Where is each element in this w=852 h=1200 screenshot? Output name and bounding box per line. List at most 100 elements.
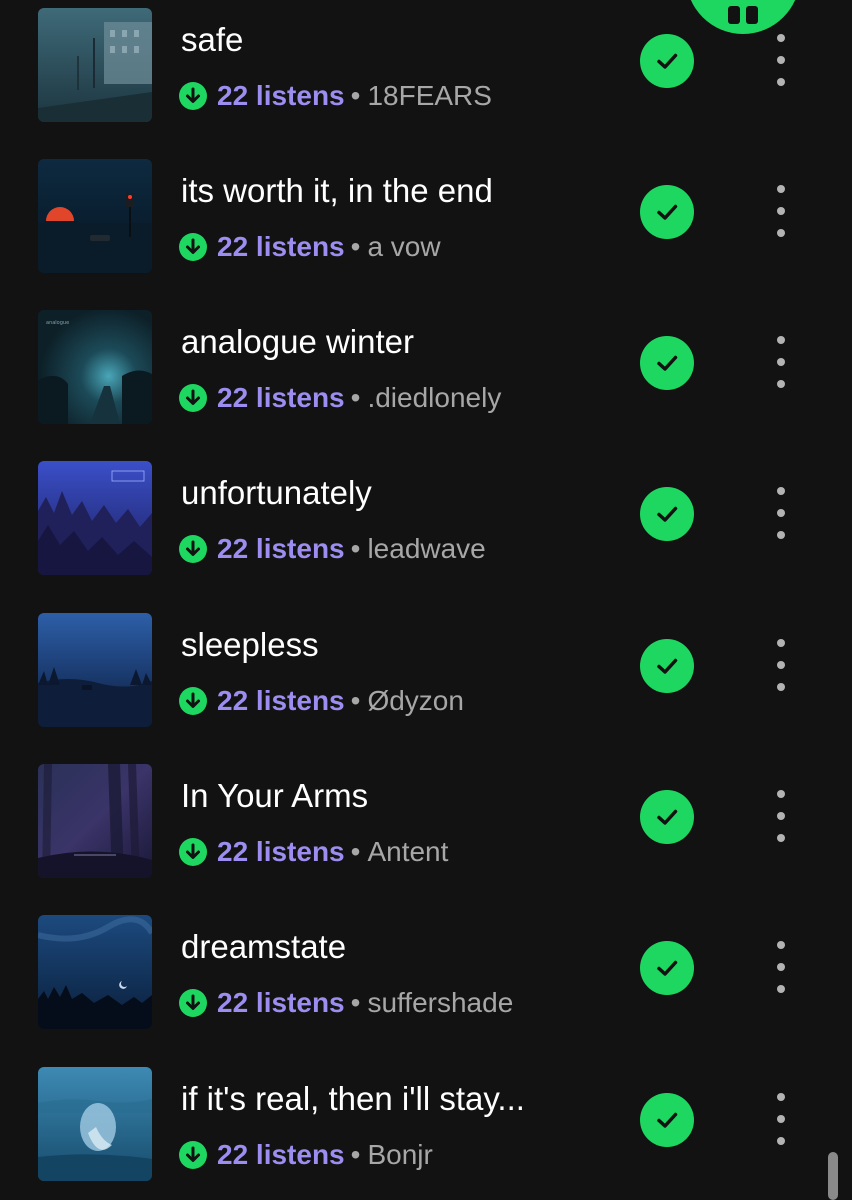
- added-check-button[interactable]: [640, 790, 694, 844]
- separator-dot: •: [350, 1139, 361, 1170]
- listens-count: 22 listens: [217, 987, 345, 1018]
- track-artist[interactable]: suffershade: [367, 987, 513, 1019]
- track-artist[interactable]: a vow: [367, 231, 440, 263]
- track-title[interactable]: analogue winter: [181, 322, 414, 362]
- track-meta: 22 listens • leadwave: [179, 529, 486, 569]
- listens-count: 22 listens: [217, 836, 345, 867]
- album-cover: [38, 8, 152, 122]
- track-row[interactable]: analogue analogue winter 22 listens • .d…: [0, 302, 852, 453]
- more-dot-icon: [777, 834, 785, 842]
- listens-count: 22 listens: [217, 382, 345, 413]
- added-check-button[interactable]: [640, 34, 694, 88]
- album-cover: [38, 613, 152, 727]
- track-meta: 22 listens • 18FEARS: [179, 76, 492, 116]
- downloaded-icon: [179, 989, 207, 1017]
- downloaded-icon: [179, 535, 207, 563]
- check-icon: [657, 1112, 678, 1128]
- track-title[interactable]: sleepless: [181, 625, 319, 665]
- album-cover: [38, 915, 152, 1029]
- track-title[interactable]: safe: [181, 20, 243, 60]
- more-dot-icon: [777, 985, 785, 993]
- album-cover: [38, 1067, 152, 1181]
- added-check-button[interactable]: [640, 941, 694, 995]
- more-options-button[interactable]: [764, 784, 798, 848]
- downloaded-icon: [179, 384, 207, 412]
- separator-dot: •: [350, 987, 361, 1018]
- more-dot-icon: [777, 229, 785, 237]
- more-options-button[interactable]: [764, 330, 798, 394]
- track-row[interactable]: sleepless 22 listens • Ødyzon: [0, 605, 852, 756]
- track-row[interactable]: unfortunately 22 listens • leadwave: [0, 453, 852, 604]
- more-dot-icon: [777, 812, 785, 820]
- separator-dot: •: [350, 231, 361, 262]
- listens-count: 22 listens: [217, 80, 345, 111]
- more-dot-icon: [777, 790, 785, 798]
- pause-icon: [728, 6, 740, 24]
- more-dot-icon: [777, 531, 785, 539]
- more-options-button[interactable]: [764, 1087, 798, 1151]
- track-row[interactable]: if it's real, then i'll stay... 22 liste…: [0, 1059, 852, 1200]
- separator-dot: •: [350, 382, 361, 413]
- more-options-button[interactable]: [764, 935, 798, 999]
- listens-count: 22 listens: [217, 533, 345, 564]
- track-title[interactable]: its worth it, in the end: [181, 171, 493, 211]
- track-meta: 22 listens • .diedlonely: [179, 378, 501, 418]
- album-cover: [38, 764, 152, 878]
- more-dot-icon: [777, 78, 785, 86]
- added-check-button[interactable]: [640, 185, 694, 239]
- more-dot-icon: [777, 661, 785, 669]
- track-artist[interactable]: Bonjr: [367, 1139, 432, 1171]
- more-dot-icon: [777, 941, 785, 949]
- track-artist[interactable]: Ødyzon: [367, 685, 464, 717]
- track-row[interactable]: its worth it, in the end 22 listens • a …: [0, 151, 852, 302]
- check-icon: [657, 960, 678, 976]
- listens-count: 22 listens: [217, 1139, 345, 1170]
- track-artist[interactable]: leadwave: [367, 533, 485, 565]
- more-dot-icon: [777, 963, 785, 971]
- downloaded-icon: [179, 233, 207, 261]
- more-dot-icon: [777, 683, 785, 691]
- pause-icon: [746, 6, 758, 24]
- more-options-button[interactable]: [764, 633, 798, 697]
- track-title[interactable]: if it's real, then i'll stay...: [181, 1079, 525, 1119]
- more-dot-icon: [777, 56, 785, 64]
- more-dot-icon: [777, 1137, 785, 1145]
- separator-dot: •: [350, 685, 361, 716]
- track-meta: 22 listens • suffershade: [179, 983, 513, 1023]
- downloaded-icon: [179, 838, 207, 866]
- more-dot-icon: [777, 34, 785, 42]
- scrollbar-thumb[interactable]: [828, 1152, 838, 1200]
- track-row[interactable]: dreamstate 22 listens • suffershade: [0, 907, 852, 1058]
- added-check-button[interactable]: [640, 1093, 694, 1147]
- more-options-button[interactable]: [764, 28, 798, 92]
- track-meta: 22 listens • a vow: [179, 227, 441, 267]
- more-dot-icon: [777, 1093, 785, 1101]
- check-icon: [657, 658, 678, 674]
- track-meta: 22 listens • Bonjr: [179, 1135, 433, 1175]
- track-artist[interactable]: Antent: [367, 836, 448, 868]
- track-title[interactable]: unfortunately: [181, 473, 372, 513]
- album-cover: analogue: [38, 310, 152, 424]
- downloaded-icon: [179, 1141, 207, 1169]
- track-title[interactable]: In Your Arms: [181, 776, 368, 816]
- check-icon: [657, 809, 678, 825]
- more-dot-icon: [777, 639, 785, 647]
- more-options-button[interactable]: [764, 481, 798, 545]
- more-dot-icon: [777, 487, 785, 495]
- more-dot-icon: [777, 207, 785, 215]
- more-dot-icon: [777, 358, 785, 366]
- added-check-button[interactable]: [640, 487, 694, 541]
- track-title[interactable]: dreamstate: [181, 927, 346, 967]
- svg-text:analogue: analogue: [46, 320, 69, 326]
- added-check-button[interactable]: [640, 639, 694, 693]
- track-artist[interactable]: .diedlonely: [367, 382, 501, 414]
- separator-dot: •: [350, 80, 361, 111]
- more-dot-icon: [777, 1115, 785, 1123]
- track-artist[interactable]: 18FEARS: [367, 80, 492, 112]
- track-row[interactable]: In Your Arms 22 listens • Antent: [0, 756, 852, 907]
- more-dot-icon: [777, 380, 785, 388]
- more-dot-icon: [777, 185, 785, 193]
- more-options-button[interactable]: [764, 179, 798, 243]
- check-icon: [657, 355, 678, 371]
- added-check-button[interactable]: [640, 336, 694, 390]
